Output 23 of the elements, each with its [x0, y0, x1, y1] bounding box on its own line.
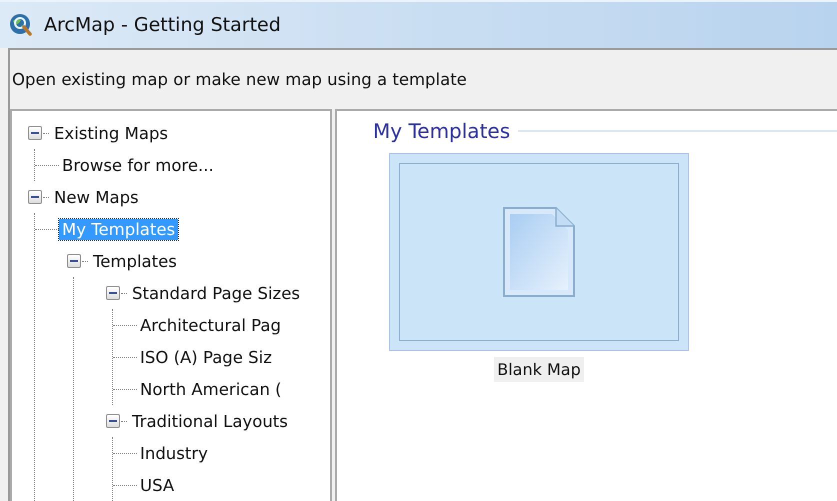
tree-item[interactable]: North American (: [137, 378, 285, 400]
collapse-icon[interactable]: [28, 190, 42, 204]
tree-item[interactable]: Industry: [137, 442, 211, 464]
tree-item[interactable]: ISO (A) Page Siz: [137, 346, 275, 368]
template-tile[interactable]: [389, 153, 689, 351]
collapse-icon[interactable]: [28, 126, 42, 140]
tree-item[interactable]: New Maps: [51, 186, 142, 208]
collapse-icon[interactable]: [106, 414, 120, 428]
tree-item[interactable]: Traditional Layouts: [129, 410, 291, 432]
tree-item[interactable]: Standard Page Sizes: [129, 282, 303, 304]
window-title: ArcMap - Getting Started: [44, 14, 281, 36]
collapse-icon[interactable]: [106, 286, 120, 300]
tree-item[interactable]: USA: [137, 474, 178, 496]
document-icon: [502, 206, 576, 298]
tree-item[interactable]: Browse for more...: [59, 154, 217, 176]
globe-magnifier-icon: [8, 12, 34, 38]
collapse-icon[interactable]: [67, 254, 81, 268]
instruction-text: Open existing map or make new map using a template: [11, 70, 467, 89]
template-label: Blank Map: [494, 357, 584, 382]
tree-item[interactable]: Existing Maps: [51, 122, 172, 144]
tree-item[interactable]: Templates: [90, 250, 180, 272]
tree-item[interactable]: Architectural Pag: [137, 314, 284, 336]
section-heading: My Templates: [373, 119, 510, 143]
